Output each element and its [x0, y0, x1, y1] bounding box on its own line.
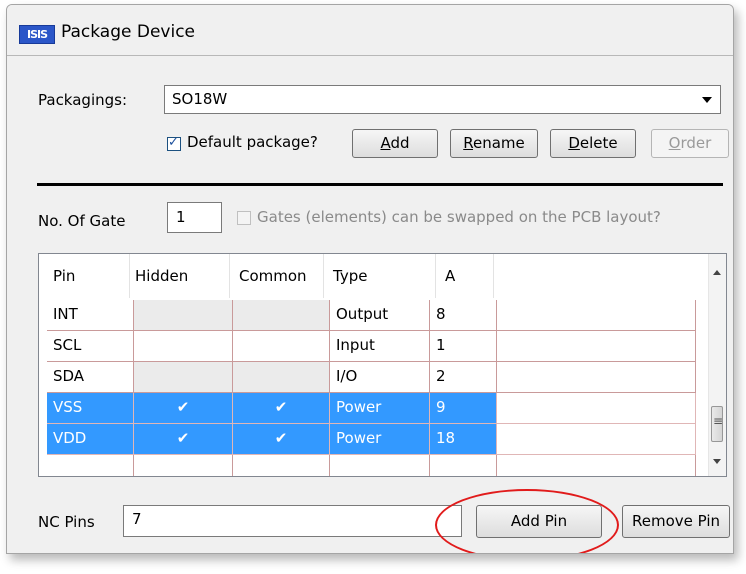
type-cell[interactable]: Power: [330, 424, 430, 455]
column-header-a[interactable]: A: [445, 254, 455, 298]
column-header-hidden[interactable]: Hidden: [135, 254, 188, 298]
chevron-down-icon[interactable]: [702, 97, 712, 103]
add-package-button[interactable]: Add: [352, 129, 438, 158]
type-cell[interactable]: I/O: [330, 362, 430, 393]
empty-cell[interactable]: [497, 393, 696, 424]
hidden-checkmark-icon[interactable]: ✔: [134, 393, 233, 424]
window-title: Package Device: [61, 22, 196, 42]
empty-cell[interactable]: [497, 455, 696, 476]
common-cell[interactable]: [233, 300, 330, 331]
common-cell[interactable]: [233, 331, 330, 362]
column-header-pin[interactable]: Pin: [53, 254, 75, 298]
default-package-checkbox[interactable]: [167, 135, 181, 151]
pin-cell[interactable]: SDA: [47, 362, 134, 393]
rename-package-button[interactable]: Rename: [450, 129, 538, 158]
column-header-type[interactable]: Type: [333, 254, 367, 298]
common-checkmark-icon[interactable]: ✔: [233, 393, 330, 424]
a-cell[interactable]: 1: [430, 331, 497, 362]
highlight-ellipse: [435, 489, 619, 553]
common-cell[interactable]: [233, 362, 330, 393]
type-cell[interactable]: [330, 455, 430, 476]
gates-swappable-label: Gates (elements) can be swapped on the P…: [257, 208, 661, 226]
pin-cell[interactable]: VSS: [47, 393, 134, 424]
pin-row-sda[interactable]: SDA I/O 2: [47, 362, 696, 393]
hidden-checkmark-icon[interactable]: ✔: [134, 424, 233, 455]
a-cell[interactable]: 9: [430, 393, 497, 424]
remove-pin-button[interactable]: Remove Pin: [622, 505, 730, 538]
type-cell[interactable]: Output: [330, 300, 430, 331]
pin-cell[interactable]: INT: [47, 300, 134, 331]
common-cell[interactable]: [233, 455, 330, 476]
delete-package-button[interactable]: Delete: [550, 129, 636, 158]
column-header-common[interactable]: Common: [239, 254, 307, 298]
pin-cell[interactable]: SCL: [47, 331, 134, 362]
hidden-cell[interactable]: [134, 455, 233, 476]
pin-row-vdd[interactable]: VDD ✔ ✔ Power 18: [47, 424, 696, 455]
no-of-gate-input[interactable]: 1: [167, 202, 222, 233]
scroll-up-icon[interactable]: [713, 270, 721, 275]
empty-cell[interactable]: [497, 424, 696, 455]
type-cell[interactable]: Power: [330, 393, 430, 424]
common-checkmark-icon[interactable]: ✔: [233, 424, 330, 455]
default-package-label: Default package?: [187, 133, 318, 151]
column-divider: [129, 254, 130, 298]
scroll-down-icon[interactable]: [713, 459, 721, 464]
separator-line: [37, 183, 723, 186]
gates-swappable-checkbox[interactable]: [237, 211, 251, 225]
vertical-scrollbar[interactable]: [708, 254, 726, 476]
pin-cell[interactable]: VDD: [47, 424, 134, 455]
nc-pins-label: NC Pins: [38, 513, 95, 531]
a-cell[interactable]: 18: [430, 424, 497, 455]
pin-row-scl[interactable]: SCL Input 1: [47, 331, 696, 362]
hidden-cell[interactable]: [134, 362, 233, 393]
new-row[interactable]: [47, 455, 696, 476]
packagings-dropdown[interactable]: SO18W: [164, 85, 721, 114]
a-cell[interactable]: 2: [430, 362, 497, 393]
pin-row-vss[interactable]: VSS ✔ ✔ Power 9: [47, 393, 696, 424]
title-bar: ISIS Package Device: [7, 5, 733, 56]
scrollbar-thumb[interactable]: [711, 406, 723, 442]
no-of-gate-label: No. Of Gate: [38, 212, 126, 230]
empty-cell[interactable]: [497, 362, 696, 393]
pin-grid[interactable]: Pin Hidden Common Type A INT Output 8 SC…: [38, 253, 727, 477]
column-divider: [323, 254, 324, 298]
packagings-label: Packagings:: [38, 91, 128, 109]
isis-app-icon: ISIS: [19, 25, 55, 44]
hidden-cell[interactable]: [134, 300, 233, 331]
pin-row-int[interactable]: INT Output 8: [47, 300, 696, 331]
column-divider: [229, 254, 230, 298]
pin-cell[interactable]: [47, 455, 134, 476]
type-cell[interactable]: Input: [330, 331, 430, 362]
packagings-selected-value: SO18W: [172, 90, 228, 108]
a-cell[interactable]: 8: [430, 300, 497, 331]
empty-cell[interactable]: [497, 300, 696, 331]
column-divider: [435, 254, 436, 298]
order-button[interactable]: Order: [651, 129, 729, 158]
nc-pins-input[interactable]: 7: [123, 505, 462, 537]
package-device-dialog: ISIS Package Device Packagings: SO18W De…: [6, 4, 734, 554]
hidden-cell[interactable]: [134, 331, 233, 362]
a-cell[interactable]: [430, 455, 497, 476]
column-divider: [493, 254, 494, 298]
empty-cell[interactable]: [497, 331, 696, 362]
